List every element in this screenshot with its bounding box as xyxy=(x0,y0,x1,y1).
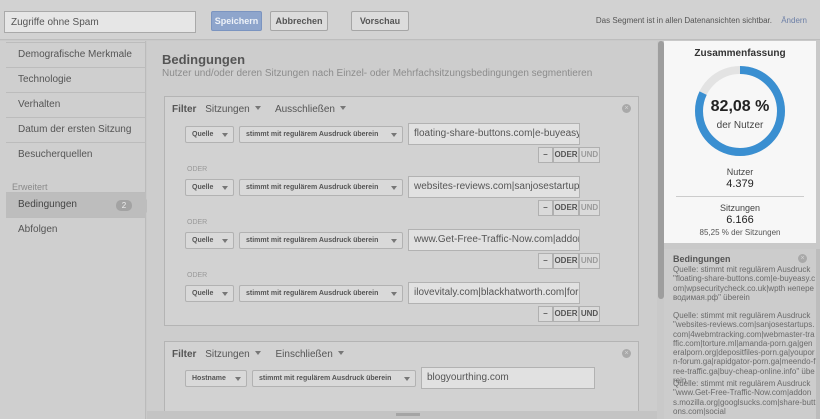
filter-block-include: Filter Sitzungen Einschließen × Hostname… xyxy=(164,341,639,419)
sidebar: Demografische Merkmale Technologie Verha… xyxy=(0,41,146,419)
resize-bar[interactable] xyxy=(147,411,657,419)
filter-label: Filter xyxy=(172,104,197,115)
users-percentage: 82,08 % xyxy=(710,98,770,115)
remove-condition-button[interactable]: – xyxy=(538,200,553,216)
remove-condition-button[interactable]: – xyxy=(538,306,553,322)
chevron-down-icon xyxy=(222,292,228,296)
right-panel-scrollbar[interactable] xyxy=(816,249,820,419)
filter-mode-dropdown[interactable]: Einschließen xyxy=(276,349,344,360)
dimension-select[interactable]: Hostname xyxy=(185,370,247,387)
operator-select[interactable]: stimmt mit regulärem Ausdruck überein xyxy=(239,179,403,196)
close-icon[interactable]: × xyxy=(622,349,631,358)
chevron-down-icon xyxy=(391,292,397,296)
condition-value-input[interactable]: blogyourthing.com xyxy=(421,367,595,389)
chevron-down-icon xyxy=(404,377,410,381)
change-visibility-link[interactable]: Ändern xyxy=(781,16,807,25)
sidebar-item-demographics[interactable]: Demografische Merkmale xyxy=(6,42,146,67)
page-subtitle: Nutzer und/oder deren Sitzungen nach Ein… xyxy=(162,68,593,79)
sessions-value: 6.166 xyxy=(726,214,754,226)
sidebar-item-first-session-date[interactable]: Datum der ersten Sitzung xyxy=(6,117,146,142)
summary-panel: Zusammenfassung 82,08 % der Nutzer Nutze… xyxy=(664,41,816,243)
and-button[interactable]: UND xyxy=(579,253,600,269)
segment-editor-header: Speichern Abbrechen Vorschau Das Segment… xyxy=(0,0,820,40)
or-separator: ODER xyxy=(187,166,208,173)
dimension-select[interactable]: Quelle xyxy=(185,232,234,249)
dimension-select[interactable]: Quelle xyxy=(185,285,234,302)
condition-value-input[interactable]: ilovevitaly.com|blackhatworth.com|forum xyxy=(408,282,580,304)
filter-mode-dropdown[interactable]: Ausschließen xyxy=(275,104,346,115)
close-icon[interactable]: × xyxy=(798,254,807,263)
dimension-select[interactable]: Quelle xyxy=(185,179,234,196)
conditions-editor: Bedingungen Nutzer und/oder deren Sitzun… xyxy=(147,41,657,419)
sessions-label: Sitzungen xyxy=(719,203,761,213)
sidebar-item-conditions[interactable]: Bedingungen 2 xyxy=(6,192,146,217)
filter-header: Filter Sitzungen Einschließen xyxy=(172,349,356,360)
condition-summary-entry: Quelle: stimmt mit regulärem Ausdruck "w… xyxy=(673,379,816,416)
and-button[interactable]: UND xyxy=(579,200,600,216)
condition-summary-entry: Quelle: stimmt mit regulärem Ausdruck "w… xyxy=(673,311,816,386)
sidebar-item-technology[interactable]: Technologie xyxy=(6,67,146,92)
condition-value-input[interactable]: floating-share-buttons.com|e-buyeasy.cc xyxy=(408,123,580,145)
chevron-down-icon xyxy=(339,106,346,110)
operator-select[interactable]: stimmt mit regulärem Ausdruck überein xyxy=(239,285,403,302)
chevron-down-icon xyxy=(337,351,344,355)
remove-condition-button[interactable]: – xyxy=(538,147,553,163)
summary-divider xyxy=(676,196,804,197)
conditions-count-badge: 2 xyxy=(116,200,132,211)
close-icon[interactable]: × xyxy=(622,104,631,113)
or-separator: ODER xyxy=(187,219,208,226)
resize-grip-icon[interactable] xyxy=(396,413,420,416)
sidebar-advanced-caption: Erweitert xyxy=(12,182,48,192)
summary-title: Zusammenfassung xyxy=(694,48,786,59)
or-button[interactable]: ODER xyxy=(553,147,579,163)
remove-condition-button[interactable]: – xyxy=(538,253,553,269)
chevron-down-icon xyxy=(391,239,397,243)
chevron-down-icon xyxy=(235,377,241,381)
cancel-button[interactable]: Abbrechen xyxy=(270,11,328,31)
segment-name-input[interactable] xyxy=(4,11,196,33)
filter-label: Filter xyxy=(172,349,197,360)
or-button[interactable]: ODER xyxy=(553,200,579,216)
conditions-summary-title: Bedingungen xyxy=(673,254,731,264)
filter-scope-dropdown[interactable]: Sitzungen xyxy=(205,104,261,115)
chevron-down-icon xyxy=(254,106,261,110)
sidebar-item-label: Bedingungen xyxy=(18,199,77,210)
operator-select[interactable]: stimmt mit regulärem Ausdruck überein xyxy=(252,370,416,387)
filter-block-exclude: Filter Sitzungen Ausschließen × Quelle s… xyxy=(164,96,639,326)
sidebar-item-sequences[interactable]: Abfolgen xyxy=(6,217,146,242)
sidebar-item-behavior[interactable]: Verhalten xyxy=(6,92,146,117)
filter-scope-dropdown[interactable]: Sitzungen xyxy=(205,349,261,360)
users-percentage-caption: der Nutzer xyxy=(716,120,764,131)
dimension-select[interactable]: Quelle xyxy=(185,126,234,143)
or-button[interactable]: ODER xyxy=(553,306,579,322)
chevron-down-icon xyxy=(391,133,397,137)
and-button[interactable]: UND xyxy=(579,306,600,322)
users-label: Nutzer xyxy=(726,167,754,177)
users-value: 4.379 xyxy=(726,178,754,190)
chevron-down-icon xyxy=(222,239,228,243)
condition-value-input[interactable]: websites-reviews.com|sanjosestartups.c xyxy=(408,176,580,198)
operator-select[interactable]: stimmt mit regulärem Ausdruck überein xyxy=(239,232,403,249)
conditions-summary-panel: Bedingungen × Quelle: stimmt mit regulär… xyxy=(664,249,816,419)
page-title: Bedingungen xyxy=(162,52,246,67)
sessions-percentage: 85,25 % der Sitzungen xyxy=(699,228,781,237)
condition-value-input[interactable]: www.Get-Free-Traffic-Now.com|addons. xyxy=(408,229,580,251)
visibility-note: Das Segment ist in allen Datenansichten … xyxy=(595,16,772,25)
chevron-down-icon xyxy=(254,351,261,355)
save-button[interactable]: Speichern xyxy=(211,11,262,31)
or-button[interactable]: ODER xyxy=(553,253,579,269)
sidebar-item-traffic-sources[interactable]: Besucherquellen xyxy=(6,142,146,167)
filter-header: Filter Sitzungen Ausschließen xyxy=(172,104,358,115)
chevron-down-icon xyxy=(391,186,397,190)
and-button[interactable]: UND xyxy=(579,147,600,163)
chevron-down-icon xyxy=(222,133,228,137)
chevron-down-icon xyxy=(222,186,228,190)
condition-summary-entry: Quelle: stimmt mit regulärem Ausdruck "f… xyxy=(673,265,816,302)
or-separator: ODER xyxy=(187,272,208,279)
operator-select[interactable]: stimmt mit regulärem Ausdruck überein xyxy=(239,126,403,143)
preview-button[interactable]: Vorschau xyxy=(351,11,409,31)
